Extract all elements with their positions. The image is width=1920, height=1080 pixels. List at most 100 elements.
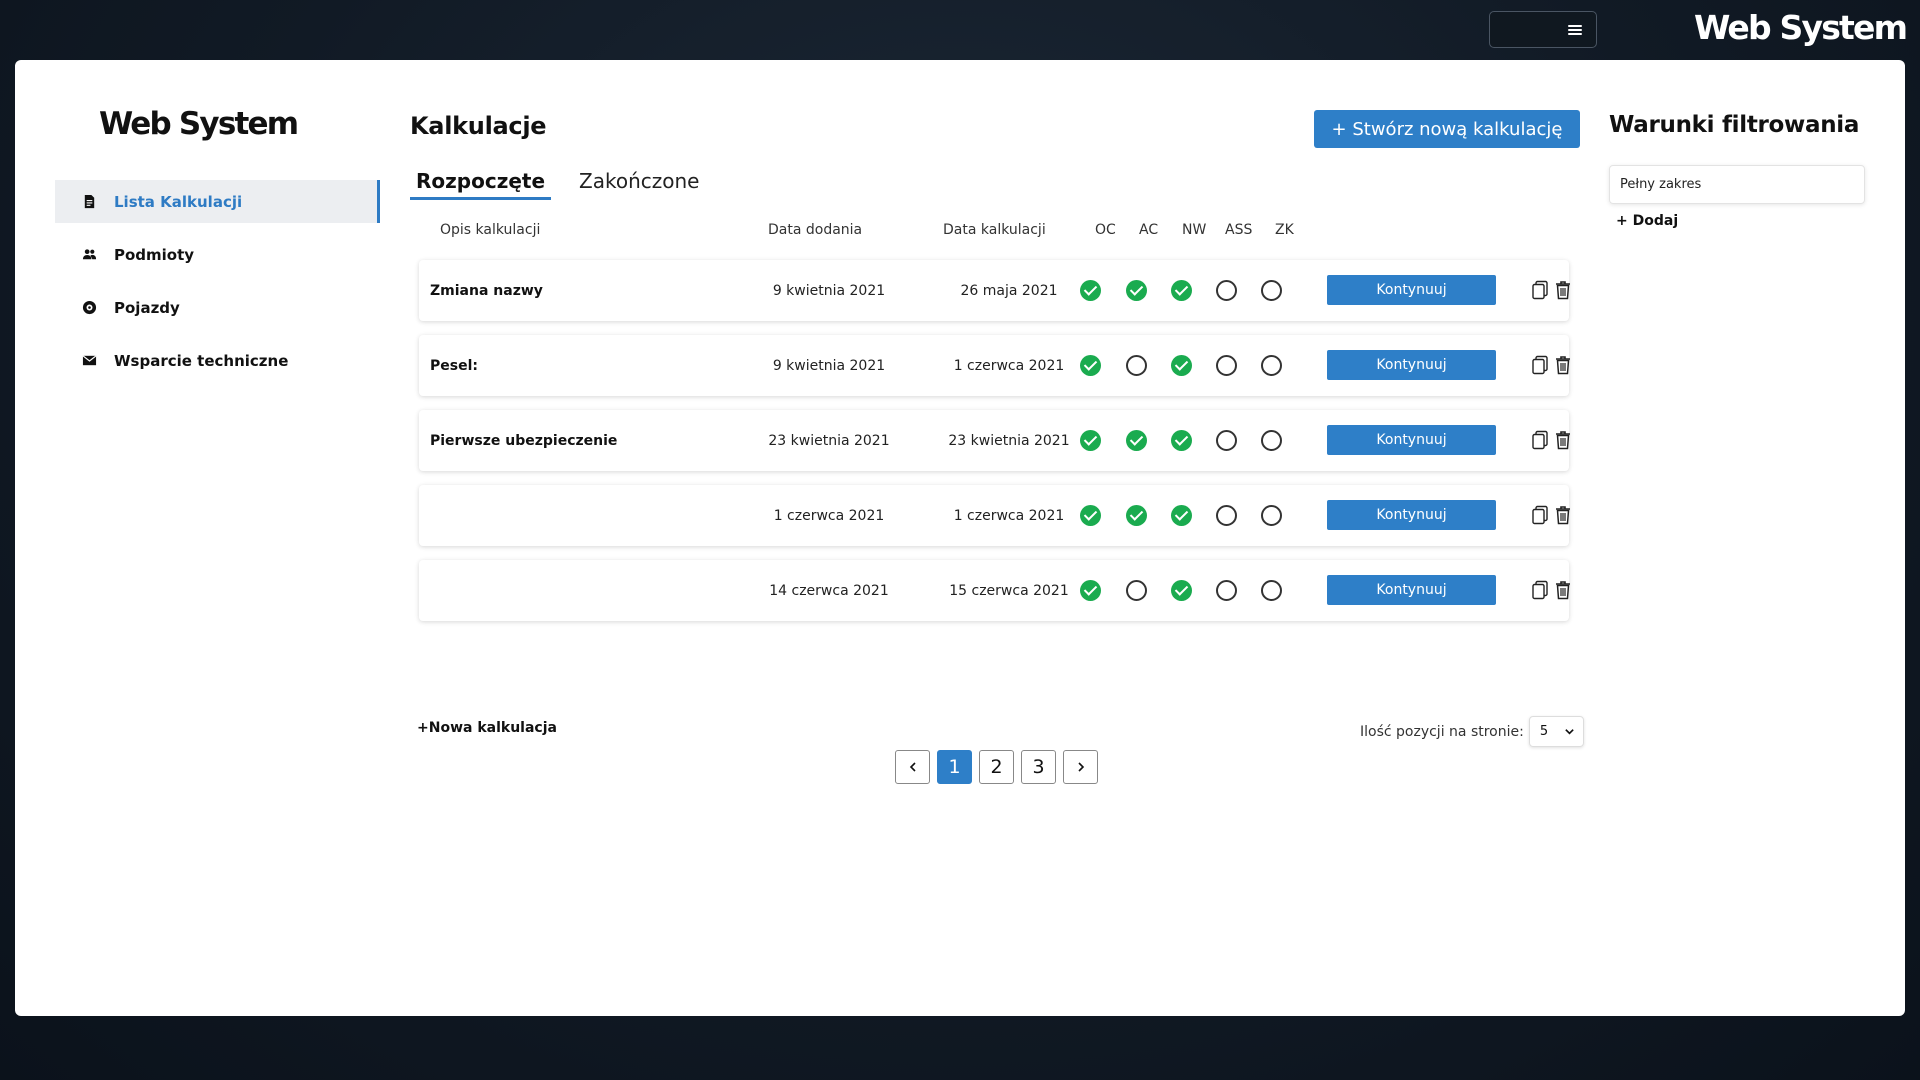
- trash-icon[interactable]: [1554, 355, 1572, 375]
- nw-status-check-icon: [1171, 505, 1192, 526]
- nw-status-check-icon: [1171, 430, 1192, 451]
- filter-range-field[interactable]: Pełny zakres: [1609, 165, 1865, 204]
- nw-status-check-icon: [1171, 280, 1192, 301]
- continue-button[interactable]: Kontynuuj: [1327, 350, 1496, 380]
- row-description: Zmiana nazwy: [430, 282, 543, 299]
- oc-status-check-icon: [1080, 355, 1101, 376]
- row-description: Pierwsze ubezpieczenie: [430, 432, 618, 449]
- create-calculation-button[interactable]: + Stwórz nową kalkulację: [1314, 110, 1580, 148]
- copy-icon[interactable]: [1531, 505, 1549, 525]
- continue-button[interactable]: Kontynuuj: [1327, 275, 1496, 305]
- oc-status-check-icon: [1080, 505, 1101, 526]
- column-header-nw: NW: [1182, 222, 1207, 238]
- column-header-zk: ZK: [1275, 222, 1294, 238]
- per-page-select[interactable]: 5: [1528, 716, 1584, 747]
- column-header-calc: Data kalkulacji: [943, 222, 1046, 238]
- ass-status-empty-circle-icon: [1216, 430, 1237, 451]
- row-date-calculated: 1 czerwca 2021: [953, 357, 1065, 374]
- nw-status-check-icon: [1171, 355, 1192, 376]
- pagination: 1 2 3: [895, 750, 1098, 784]
- zk-status-empty-circle-icon: [1261, 580, 1282, 601]
- sidebar-item-label: Pojazdy: [114, 298, 180, 317]
- pagination-next-button[interactable]: [1063, 750, 1098, 784]
- row-date-calculated: 26 maja 2021: [960, 282, 1058, 299]
- top-logo: Web System: [1694, 8, 1908, 47]
- zk-status-empty-circle-icon: [1261, 280, 1282, 301]
- brand-logo: Web System: [99, 106, 299, 142]
- tab-rozpoczete[interactable]: Rozpoczęte: [410, 169, 552, 200]
- menu-button[interactable]: [1489, 11, 1597, 48]
- table-row: Pierwsze ubezpieczenie 23 kwietnia 2021 23…: [419, 410, 1572, 471]
- nw-status-check-icon: [1171, 580, 1192, 601]
- table-row: Pesel: 9 kwietnia 2021 1 czerwca 2021 Konty…: [419, 335, 1572, 396]
- new-calculation-link[interactable]: +Nowa kalkulacja: [417, 720, 557, 736]
- continue-button[interactable]: Kontynuuj: [1327, 425, 1496, 455]
- copy-icon[interactable]: [1531, 430, 1549, 450]
- trash-icon[interactable]: [1554, 430, 1572, 450]
- ac-status-check-icon: [1126, 280, 1147, 301]
- sidebar: Lista Kalkulacji Podmioty Pojazdy Wsparc…: [55, 180, 380, 392]
- sidebar-item-wsparcie-techniczne[interactable]: Wsparcie techniczne: [55, 339, 380, 382]
- sidebar-item-lista-kalkulacji[interactable]: Lista Kalkulacji: [55, 180, 380, 223]
- continue-button[interactable]: Kontynuuj: [1327, 575, 1496, 605]
- main-panel: Web System Lista Kalkulacji Podmioty Poj…: [15, 60, 1905, 1016]
- ac-status-empty-circle-icon: [1126, 580, 1147, 601]
- oc-status-check-icon: [1080, 280, 1101, 301]
- copy-icon[interactable]: [1531, 580, 1549, 600]
- ac-status-check-icon: [1126, 430, 1147, 451]
- table-row: 14 czerwca 2021 15 czerwca 2021 Kontynuuj: [419, 560, 1572, 621]
- oc-status-check-icon: [1080, 580, 1101, 601]
- hamburger-icon: [1568, 24, 1582, 35]
- row-date-calculated: 23 kwietnia 2021: [948, 432, 1070, 449]
- zk-status-empty-circle-icon: [1261, 430, 1282, 451]
- per-page-label: Ilość pozycji na stronie:: [1360, 723, 1524, 740]
- table-row: 1 czerwca 2021 1 czerwca 2021 Kontynuuj: [419, 485, 1572, 546]
- column-header-oc: OC: [1095, 222, 1116, 238]
- trash-icon[interactable]: [1554, 505, 1572, 525]
- document-icon: [81, 194, 97, 210]
- ac-status-check-icon: [1126, 505, 1147, 526]
- pagination-page-1[interactable]: 1: [937, 750, 972, 784]
- ac-status-empty-circle-icon: [1126, 355, 1147, 376]
- row-date-added: 9 kwietnia 2021: [772, 282, 886, 299]
- row-description: Pesel:: [430, 357, 478, 374]
- trash-icon[interactable]: [1554, 580, 1572, 600]
- column-header-ass: ASS: [1225, 222, 1253, 238]
- row-date-added: 14 czerwca 2021: [769, 582, 889, 599]
- row-date-added: 23 kwietnia 2021: [768, 432, 890, 449]
- add-filter-button[interactable]: + Dodaj: [1616, 213, 1678, 229]
- pagination-page-2[interactable]: 2: [979, 750, 1014, 784]
- sidebar-item-pojazdy[interactable]: Pojazdy: [55, 286, 380, 329]
- per-page-control: Ilość pozycji na stronie: 5: [1360, 716, 1584, 747]
- calculations-table: Zmiana nazwy 9 kwietnia 2021 26 maja 2021 K…: [419, 260, 1572, 635]
- row-date-calculated: 1 czerwca 2021: [953, 507, 1065, 524]
- trash-icon[interactable]: [1554, 280, 1572, 300]
- continue-button[interactable]: Kontynuuj: [1327, 500, 1496, 530]
- row-date-added: 1 czerwca 2021: [773, 507, 885, 524]
- table-row: Zmiana nazwy 9 kwietnia 2021 26 maja 2021 K…: [419, 260, 1572, 321]
- sidebar-item-label: Wsparcie techniczne: [114, 351, 289, 370]
- copy-icon[interactable]: [1531, 355, 1549, 375]
- tab-zakonczone[interactable]: Zakończone: [573, 169, 705, 200]
- ass-status-empty-circle-icon: [1216, 280, 1237, 301]
- ass-status-empty-circle-icon: [1216, 355, 1237, 376]
- users-icon: [81, 247, 97, 263]
- copy-icon[interactable]: [1531, 280, 1549, 300]
- column-header-desc: Opis kalkulacji: [440, 222, 541, 238]
- pagination-page-3[interactable]: 3: [1021, 750, 1056, 784]
- sidebar-item-label: Lista Kalkulacji: [114, 192, 243, 211]
- zk-status-empty-circle-icon: [1261, 505, 1282, 526]
- zk-status-empty-circle-icon: [1261, 355, 1282, 376]
- row-date-calculated: 15 czerwca 2021: [949, 582, 1069, 599]
- per-page-value: 5: [1539, 724, 1549, 739]
- oc-status-check-icon: [1080, 430, 1101, 451]
- ass-status-empty-circle-icon: [1216, 505, 1237, 526]
- chevron-right-icon: [1077, 762, 1084, 772]
- tire-icon: [81, 300, 97, 316]
- pagination-prev-button[interactable]: [895, 750, 930, 784]
- column-header-added: Data dodania: [768, 222, 863, 238]
- filter-title: Warunki filtrowania: [1609, 112, 1860, 138]
- ass-status-empty-circle-icon: [1216, 580, 1237, 601]
- sidebar-item-podmioty[interactable]: Podmioty: [55, 233, 380, 276]
- envelope-icon: [81, 353, 97, 369]
